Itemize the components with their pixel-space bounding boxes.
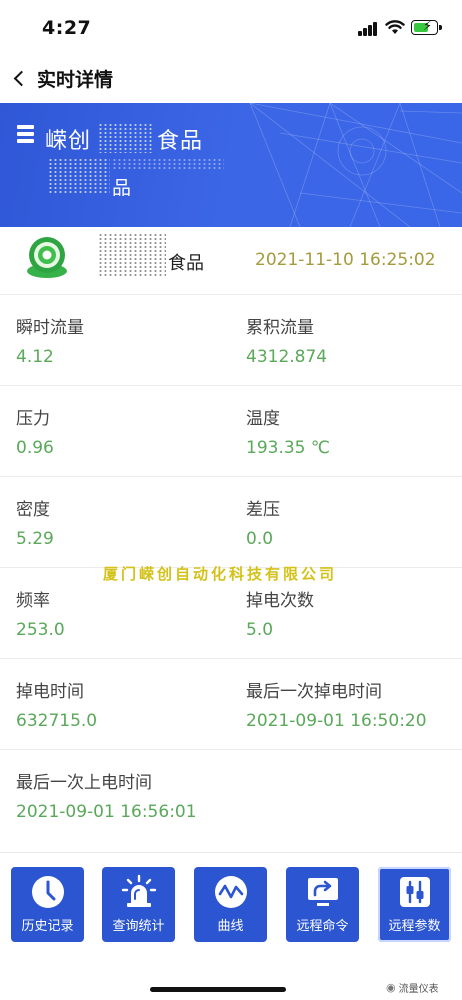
cellular-signal-icon (358, 22, 378, 36)
remote-params-button-label: 远程参数 (388, 919, 441, 934)
metric-label: 掉电次数 (246, 591, 314, 611)
metric-label: 差压 (246, 500, 280, 520)
banner-subtitle: 品 (112, 177, 132, 199)
metric-label: 温度 (246, 409, 280, 429)
sliders-icon (399, 877, 430, 907)
metrics-row: 最后一次上电时间 2021-09-01 16:56:01 (0, 750, 462, 841)
company-watermark: 厦门嵘创自动化科技有限公司 (103, 565, 338, 583)
battery-icon: ⚡ (411, 19, 442, 35)
action-bar: 历史记录 查询统计 曲线 远程命令 远程参数 (0, 852, 462, 1000)
metric-label: 掉电时间 (16, 682, 84, 702)
metric-cell: 压力 0.96 (16, 404, 54, 458)
metric-label: 密度 (16, 500, 50, 520)
metric-value: 253.0 (16, 620, 65, 640)
device-header: 食品 2021-11-10 16:25:02 (0, 227, 462, 295)
status-bar: 4:27 ⚡ (0, 0, 462, 58)
metric-label: 累积流量 (246, 318, 314, 338)
device-name: 食品 (168, 253, 204, 274)
history-button-label: 历史记录 (21, 919, 74, 934)
metric-value: 193.35 ℃ (246, 438, 330, 458)
metric-cell: 瞬时流量 4.12 (16, 313, 84, 367)
home-indicator[interactable] (150, 987, 286, 992)
metric-value: 0.96 (16, 438, 54, 458)
chevron-left-icon (13, 70, 30, 86)
redacted-mosaic (112, 158, 224, 170)
company-banner: 嵘创 食品 品 (0, 103, 462, 227)
remote-command-button[interactable]: 远程命令 (286, 867, 359, 942)
metric-label: 瞬时流量 (16, 318, 84, 338)
metric-value: 2021-09-01 16:56:01 (16, 802, 197, 822)
list-icon (17, 125, 36, 144)
metric-cell: 温度 193.35 ℃ (246, 404, 330, 458)
metric-cell: 掉电时间 632715.0 (16, 677, 97, 731)
banner-company-suffix: 食品 (157, 129, 204, 154)
metric-value: 4312.874 (246, 347, 328, 367)
metric-cell: 累积流量 4312.874 (246, 313, 327, 367)
metric-cell: 掉电次数 5.0 (246, 586, 314, 640)
query-stats-button-label: 查询统计 (112, 919, 165, 934)
metric-value: 5.29 (16, 529, 54, 549)
curve-button[interactable]: 曲线 (194, 867, 267, 942)
banner-company-name-text: 嵘创 (45, 129, 92, 154)
status-time: 4:27 (42, 17, 92, 39)
metric-label: 最后一次掉电时间 (246, 682, 382, 702)
metrics-row: 压力 0.96 温度 193.35 ℃ (0, 386, 462, 477)
history-button[interactable]: 历史记录 (11, 867, 84, 942)
footer-brand-text: 流量仪表 (398, 984, 439, 995)
metric-cell: 差压 0.0 (246, 495, 280, 549)
metrics-row: 掉电时间 632715.0 最后一次掉电时间 2021-09-01 16:50:… (0, 659, 462, 750)
metric-label: 频率 (16, 591, 50, 611)
remote-command-button-label: 远程命令 (296, 919, 349, 934)
metrics-row: 密度 5.29 差压 0.0 (0, 477, 462, 568)
alarm-light-icon (121, 874, 156, 907)
metrics-row: 瞬时流量 4.12 累积流量 4312.874 (0, 295, 462, 386)
curve-button-label: 曲线 (217, 919, 244, 934)
metric-value: 0.0 (246, 529, 274, 549)
metric-label: 压力 (16, 409, 50, 429)
metric-value: 632715.0 (16, 711, 98, 731)
metric-value: 5.0 (246, 620, 274, 640)
redacted-mosaic (48, 158, 110, 194)
device-timestamp: 2021-11-10 16:25:02 (255, 250, 436, 270)
metric-label: 最后一次上电时间 (16, 773, 152, 793)
metric-value: 4.12 (16, 347, 54, 367)
back-button[interactable]: 实时详情 (10, 60, 113, 96)
remote-params-button[interactable]: 远程参数 (378, 867, 451, 942)
device-status-icon (27, 237, 67, 278)
footer-brand: ◉ 流量仪表 (386, 980, 439, 995)
redacted-mosaic (98, 123, 153, 153)
query-stats-button[interactable]: 查询统计 (102, 867, 175, 942)
wifi-icon (385, 20, 405, 34)
clock-icon (31, 876, 64, 908)
redacted-mosaic (98, 233, 166, 277)
metric-cell: 最后一次上电时间 2021-09-01 16:56:01 (16, 768, 197, 822)
metric-cell: 最后一次掉电时间 2021-09-01 16:50:20 (246, 677, 427, 731)
page-title: 实时详情 (37, 68, 114, 91)
nav-bar: 实时详情 (0, 58, 462, 102)
metric-cell: 密度 5.29 (16, 495, 54, 549)
metric-value: 2021-09-01 16:50:20 (246, 711, 427, 731)
share-screen-icon (307, 878, 338, 906)
metric-cell: 频率 253.0 (16, 586, 65, 640)
wave-icon (214, 876, 247, 908)
wechat-icon: ◉ (386, 981, 396, 994)
